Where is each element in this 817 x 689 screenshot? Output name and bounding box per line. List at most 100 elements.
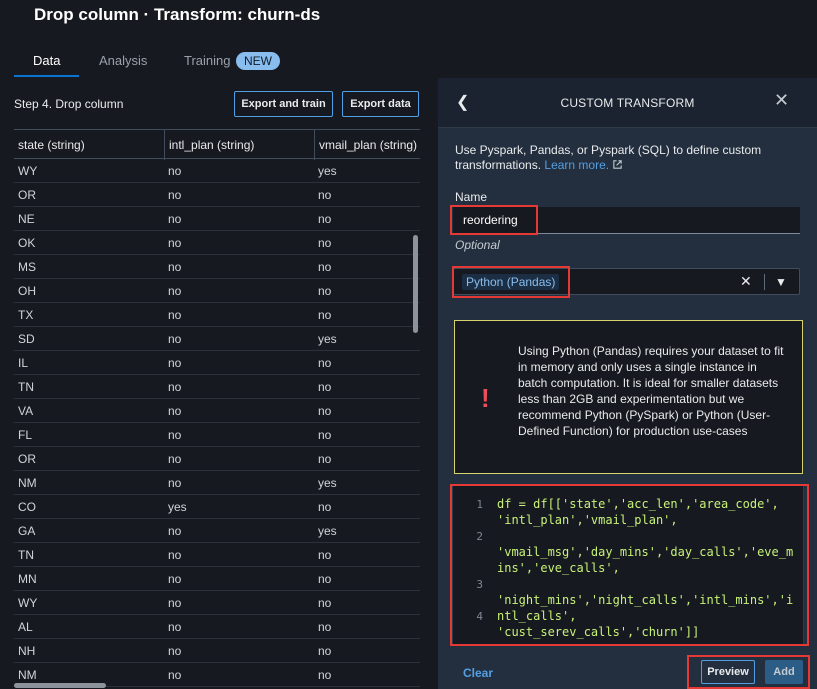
table-cell: AL (18, 620, 33, 634)
selected-mode-token: Python (Pandas) (462, 274, 560, 290)
table-cell: no (168, 284, 182, 298)
table-cell: OR (18, 188, 36, 202)
tab-bar: Data Analysis Training NEW (14, 44, 434, 78)
table-row: OH no no (14, 279, 420, 303)
clear-selection-icon[interactable]: ✕ (740, 273, 752, 290)
line-number: 2 (476, 530, 483, 543)
code-line: ntl_calls', (497, 609, 577, 623)
table-cell: yes (318, 332, 337, 346)
tab-analysis[interactable]: Analysis (99, 53, 147, 68)
table-row: GA no yes (14, 519, 420, 543)
code-line: 'night_mins','night_calls','intl_mins','… (497, 593, 794, 607)
column-header-state[interactable]: state (string) (14, 130, 164, 160)
data-panel: Step 4. Drop column Export and train Exp… (0, 78, 437, 689)
table-cell: no (168, 524, 182, 538)
table-cell: no (318, 260, 332, 274)
table-row: FL no no (14, 423, 420, 447)
panel-header: ❮ CUSTOM TRANSFORM ✕ (438, 78, 817, 128)
table-cell: no (168, 668, 182, 682)
vertical-scrollbar[interactable] (413, 235, 418, 333)
active-tab-indicator (14, 75, 79, 77)
column-header-intl-plan[interactable]: intl_plan (string) (164, 130, 314, 160)
table-cell: no (168, 404, 182, 418)
table-cell: FL (18, 428, 33, 442)
table-row: CO yes no (14, 495, 420, 519)
learn-more-label[interactable]: Learn more. (544, 158, 609, 172)
table-row: WY no yes (14, 159, 420, 183)
table-row: OK no no (14, 231, 420, 255)
table-row: MN no no (14, 567, 420, 591)
table-cell: no (168, 596, 182, 610)
table-cell: no (318, 500, 332, 514)
add-button[interactable]: Add (765, 660, 803, 684)
table-cell: yes (318, 164, 337, 178)
table-row: NH no no (14, 639, 420, 663)
table-row: OR no no (14, 183, 420, 207)
table-row: AL no no (14, 615, 420, 639)
table-cell: no (318, 428, 332, 442)
clear-button[interactable]: Clear (463, 666, 493, 680)
column-header-vmail-plan[interactable]: vmail_plan (string) (314, 130, 420, 160)
panel-description: Use Pyspark, Pandas, or Pyspark (SQL) to… (455, 143, 785, 173)
table-cell: no (168, 476, 182, 490)
line-number: 4 (476, 610, 483, 623)
table-cell: no (168, 236, 182, 250)
table-cell: no (168, 188, 182, 202)
export-data-button[interactable]: Export data (342, 91, 419, 117)
table-row: TX no no (14, 303, 420, 327)
transform-mode-select[interactable]: Python (Pandas) ✕ ▼ (453, 268, 800, 295)
tab-data[interactable]: Data (33, 53, 60, 68)
name-label: Name (455, 190, 488, 204)
table-cell: VA (18, 404, 34, 418)
table-cell: CO (18, 500, 36, 514)
table-row: IL no no (14, 351, 420, 375)
table-cell: GA (18, 524, 36, 538)
table-cell: IL (18, 356, 29, 370)
name-input[interactable] (453, 207, 800, 234)
step-title: Step 4. Drop column (14, 97, 124, 111)
table-cell: no (318, 572, 332, 586)
table-cell: no (318, 212, 332, 226)
code-line: 'vmail_msg','day_mins','day_calls','eve_… (497, 545, 794, 559)
table-cell: no (318, 236, 332, 250)
table-cell: no (168, 212, 182, 226)
table-header: state (string) intl_plan (string) vmail_… (14, 129, 420, 160)
close-icon[interactable]: ✕ (774, 90, 789, 111)
code-line: 'cust_serev_calls','churn']] (497, 625, 700, 639)
table-cell: no (168, 356, 182, 370)
table-cell: MN (18, 572, 37, 586)
table-row: SD no yes (14, 327, 420, 351)
table-cell: no (168, 644, 182, 658)
table-row: TN no no (14, 375, 420, 399)
table-cell: no (318, 284, 332, 298)
table-cell: WY (18, 164, 38, 178)
table-row: TN no no (14, 543, 420, 567)
code-editor[interactable]: 1 2 3 4 df = df[['state','acc_len','area… (452, 485, 804, 645)
custom-transform-panel: ❮ CUSTOM TRANSFORM ✕ Use Pyspark, Pandas… (438, 78, 817, 689)
learn-more-link[interactable]: Learn more. (544, 158, 623, 172)
horizontal-scrollbar[interactable] (14, 683, 106, 688)
tab-training[interactable]: Training (184, 53, 230, 68)
line-number: 1 (476, 498, 483, 511)
table-cell: no (318, 548, 332, 562)
select-divider (764, 274, 765, 290)
code-line: 'intl_plan','vmail_plan', (497, 513, 678, 527)
panel-title: CUSTOM TRANSFORM (560, 96, 695, 110)
warning-text: Using Python (Pandas) requires your data… (518, 344, 784, 438)
export-and-train-button[interactable]: Export and train (234, 91, 333, 117)
table-cell: no (318, 308, 332, 322)
table-cell: no (318, 404, 332, 418)
table-cell: NM (18, 476, 37, 490)
table-cell: yes (168, 500, 187, 514)
table-cell: NH (18, 644, 36, 658)
table-cell: no (168, 380, 182, 394)
table-row: WY no no (14, 591, 420, 615)
preview-button[interactable]: Preview (701, 660, 755, 684)
code-line: df = df[['state','acc_len','area_code', (497, 497, 779, 511)
exclamation-icon: ! (481, 383, 490, 413)
table-cell: no (168, 260, 182, 274)
table-cell: no (318, 596, 332, 610)
caret-down-icon[interactable]: ▼ (775, 275, 787, 289)
table-cell: no (168, 332, 182, 346)
table-cell: no (318, 188, 332, 202)
